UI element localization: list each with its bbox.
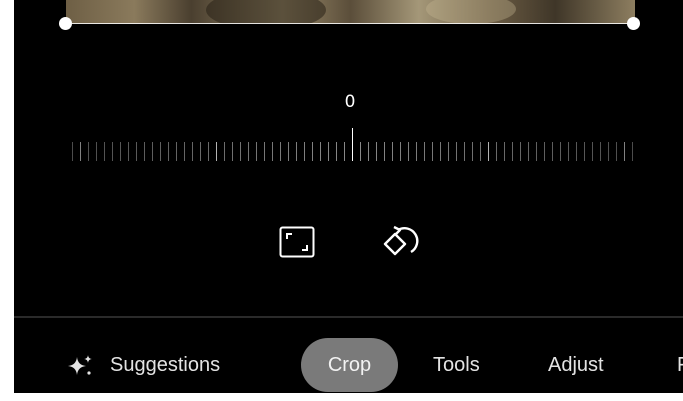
tab-next-partial-label: F [677,354,683,377]
aspect-ratio-icon [279,226,315,258]
tab-next-partial[interactable]: F [677,338,683,392]
tab-tools-label: Tools [433,353,480,376]
dial-tick [360,142,361,161]
dial-tick [496,142,497,161]
dial-tick [144,142,145,161]
dial-tick [352,128,353,161]
tab-suggestions-label: Suggestions [110,353,221,376]
dial-tick [488,142,489,161]
dial-tick [288,142,289,161]
editor-tab-bar: Suggestions Crop Tools Adjust F [14,335,683,393]
dial-tick [616,142,617,161]
rotate-icon [383,225,419,256]
dial-tick [272,142,273,161]
dial-tick [448,142,449,161]
dial-tick [624,142,625,161]
photo-preview[interactable] [66,0,635,24]
dial-tick [80,142,81,161]
dial-tick [128,142,129,161]
dial-tick [536,142,537,161]
dial-tick [392,142,393,161]
dial-tick [192,142,193,161]
dial-tick [312,142,313,161]
dial-tick [296,142,297,161]
dial-tick [544,142,545,161]
dial-tick [320,142,321,161]
dial-tick [600,142,601,161]
dial-tick [344,142,345,161]
crop-handle-right[interactable] [627,17,640,30]
dial-tick [304,142,305,161]
dial-tick [464,142,465,161]
dial-tick [280,142,281,161]
tab-adjust-label: Adjust [548,353,604,376]
dial-tick [432,142,433,161]
dial-tick [568,142,569,161]
tab-crop-label: Crop [327,353,372,376]
dial-tick [216,142,217,161]
dial-tick [264,142,265,161]
dial-tick [168,142,169,161]
dial-tick [480,142,481,161]
dial-tick [112,142,113,161]
dial-tick [232,142,233,161]
dial-tick [176,142,177,161]
dial-tick [528,142,529,161]
dial-tick [440,142,441,161]
dial-tick [632,142,633,161]
dial-tick [104,142,105,161]
dial-tick [552,142,553,161]
dial-tick [400,142,401,161]
dial-tick [368,142,369,161]
dial-tick [520,142,521,161]
straighten-dial[interactable] [72,128,633,166]
dial-tick [512,142,513,161]
dial-tick [608,142,609,161]
dial-tick [592,142,593,161]
dial-tick [408,142,409,161]
dial-tick [96,142,97,161]
dial-tick [200,142,201,161]
dial-tick [504,142,505,161]
dial-tick [472,142,473,161]
dial-tick [256,142,257,161]
tab-suggestions[interactable]: Suggestions [66,338,220,392]
dial-tick [384,142,385,161]
crop-handle-left[interactable] [59,17,72,30]
dial-tick [224,142,225,161]
dial-tick [424,142,425,161]
dial-tick [576,142,577,161]
crop-frame-edge[interactable] [66,23,635,24]
tab-crop[interactable]: Crop [301,338,398,392]
dial-tick [88,142,89,161]
rotate-button[interactable] [380,222,420,262]
dial-tick [160,142,161,161]
dial-tick [72,142,73,161]
dial-tick [136,142,137,161]
dial-tick [120,142,121,161]
tab-tools[interactable]: Tools [433,338,480,392]
dial-tick [584,142,585,161]
aspect-ratio-button[interactable] [277,222,317,262]
dial-tick [416,142,417,161]
dial-tick [336,142,337,161]
angle-value: 0 [344,92,356,112]
tab-adjust[interactable]: Adjust [548,338,604,392]
toolbar-divider [14,316,683,318]
dial-tick [152,142,153,161]
dial-tick [184,142,185,161]
dial-tick [208,142,209,161]
dial-tick [376,142,377,161]
dial-tick [560,142,561,161]
dial-tick [248,142,249,161]
photo-editor-screen: 0 Suggestions Crop Tools Adjust [14,0,683,393]
crop-tools [14,222,683,262]
dial-tick [456,142,457,161]
dial-tick [328,142,329,161]
sparkle-icon [66,353,96,377]
dial-tick [240,142,241,161]
